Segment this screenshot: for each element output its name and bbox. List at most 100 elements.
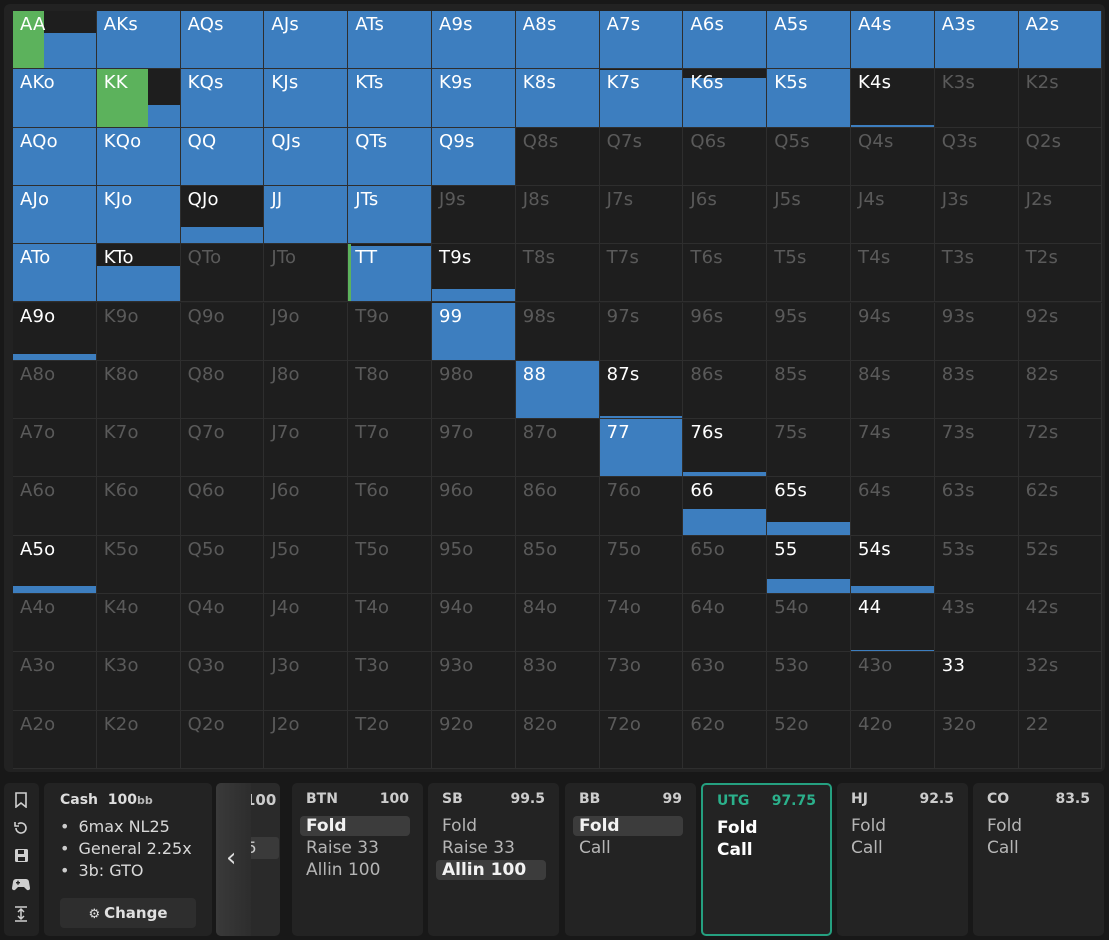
position-panel-sb[interactable]: SB 99.5 Fold Raise 33 Allin 100 bbox=[428, 783, 559, 936]
hand-cell-J3s[interactable]: J3s bbox=[934, 185, 1019, 245]
hand-cell-T3s[interactable]: T3s bbox=[934, 244, 1019, 303]
hand-cell-AQo[interactable]: AQo bbox=[13, 127, 97, 186]
hand-cell-ATs[interactable]: ATs bbox=[348, 11, 432, 70]
hand-cell-AKs[interactable]: AKs bbox=[96, 11, 181, 70]
hand-cell-K8o[interactable]: K8o bbox=[96, 360, 181, 420]
hand-cell-65s[interactable]: 65s bbox=[767, 477, 851, 536]
hand-cell-53s[interactable]: 53s bbox=[934, 535, 1019, 594]
hand-cell-77[interactable]: 77 bbox=[599, 419, 684, 478]
hand-cell-QQ[interactable]: QQ bbox=[180, 127, 265, 186]
hand-cell-T5s[interactable]: T5s bbox=[767, 244, 851, 303]
hand-cell-AQs[interactable]: AQs bbox=[180, 11, 265, 70]
hand-cell-Q8s[interactable]: Q8s bbox=[515, 127, 600, 186]
hand-cell-K9o[interactable]: K9o bbox=[96, 302, 181, 361]
hand-cell-52s[interactable]: 52s bbox=[1018, 535, 1103, 594]
hand-cell-85s[interactable]: 85s bbox=[767, 360, 851, 420]
hand-cell-KJo[interactable]: KJo bbox=[96, 185, 181, 245]
hand-cell-62s[interactable]: 62s bbox=[1018, 477, 1103, 536]
hand-cell-J4s[interactable]: J4s bbox=[851, 185, 935, 245]
scroll-back-button[interactable]: ‹ bbox=[216, 783, 251, 936]
hand-cell-63s[interactable]: 63s bbox=[934, 477, 1019, 536]
hand-cell-42s[interactable]: 42s bbox=[1018, 594, 1103, 653]
hand-cell-66[interactable]: 66 bbox=[683, 477, 768, 536]
hand-cell-54o[interactable]: 54o bbox=[767, 594, 851, 653]
hand-cell-Q4s[interactable]: Q4s bbox=[851, 127, 935, 186]
hand-cell-A7s[interactable]: A7s bbox=[599, 11, 684, 70]
position-panel-co[interactable]: CO 83.5 Fold Call bbox=[973, 783, 1104, 936]
hand-cell-T6s[interactable]: T6s bbox=[683, 244, 768, 303]
hand-cell-T9o[interactable]: T9o bbox=[348, 302, 432, 361]
expand-icon[interactable] bbox=[12, 906, 30, 924]
hand-cell-JJ[interactable]: JJ bbox=[264, 185, 349, 245]
hand-cell-82o[interactable]: 82o bbox=[515, 710, 600, 769]
hand-cell-73s[interactable]: 73s bbox=[934, 419, 1019, 478]
hand-cell-Q4o[interactable]: Q4o bbox=[180, 594, 265, 653]
hand-cell-A4s[interactable]: A4s bbox=[851, 11, 935, 70]
position-panel-utg[interactable]: UTG 97.75 Fold Call bbox=[701, 783, 832, 936]
hand-cell-J5s[interactable]: J5s bbox=[767, 185, 851, 245]
action-option[interactable]: Fold bbox=[573, 816, 683, 836]
hand-cell-93s[interactable]: 93s bbox=[934, 302, 1019, 361]
action-option[interactable]: Fold bbox=[717, 818, 758, 838]
hand-cell-55[interactable]: 55 bbox=[767, 535, 851, 594]
hand-cell-Q3o[interactable]: Q3o bbox=[180, 652, 265, 711]
hand-cell-43s[interactable]: 43s bbox=[934, 594, 1019, 653]
hand-cell-A7o[interactable]: A7o bbox=[13, 419, 97, 478]
hand-cell-K5o[interactable]: K5o bbox=[96, 535, 181, 594]
hand-cell-74s[interactable]: 74s bbox=[851, 419, 935, 478]
hand-cell-K2s[interactable]: K2s bbox=[1018, 69, 1103, 128]
bookmark-icon[interactable] bbox=[12, 792, 30, 810]
hand-cell-T7o[interactable]: T7o bbox=[348, 419, 432, 478]
position-panel-hj[interactable]: HJ 92.5 Fold Call bbox=[837, 783, 968, 936]
hand-cell-AKo[interactable]: AKo bbox=[13, 69, 97, 128]
hand-cell-62o[interactable]: 62o bbox=[683, 710, 768, 769]
hand-cell-92s[interactable]: 92s bbox=[1018, 302, 1103, 361]
hand-cell-42o[interactable]: 42o bbox=[851, 710, 935, 769]
reset-icon[interactable] bbox=[12, 820, 30, 838]
hand-cell-T5o[interactable]: T5o bbox=[348, 535, 432, 594]
hand-cell-T6o[interactable]: T6o bbox=[348, 477, 432, 536]
hand-cell-J6o[interactable]: J6o bbox=[264, 477, 349, 536]
hand-cell-K8s[interactable]: K8s bbox=[515, 69, 600, 128]
hand-cell-Q6s[interactable]: Q6s bbox=[683, 127, 768, 186]
hand-cell-K5s[interactable]: K5s bbox=[767, 69, 851, 128]
save-icon[interactable] bbox=[12, 848, 30, 866]
position-panel-btn[interactable]: BTN 100 Fold Raise 33 Allin 100 bbox=[292, 783, 423, 936]
gamepad-icon[interactable] bbox=[11, 877, 31, 895]
action-option[interactable]: Fold bbox=[987, 816, 1022, 836]
hand-cell-K6o[interactable]: K6o bbox=[96, 477, 181, 536]
hand-cell-AA[interactable]: AA bbox=[13, 11, 97, 70]
hand-cell-53o[interactable]: 53o bbox=[767, 652, 851, 711]
hand-cell-A8o[interactable]: A8o bbox=[13, 360, 97, 420]
hand-cell-88[interactable]: 88 bbox=[515, 360, 600, 420]
hand-cell-J4o[interactable]: J4o bbox=[264, 594, 349, 653]
hand-cell-Q5s[interactable]: Q5s bbox=[767, 127, 851, 186]
hand-cell-J9s[interactable]: J9s bbox=[432, 185, 516, 245]
hand-cell-KJs[interactable]: KJs bbox=[264, 69, 349, 128]
hand-cell-KTo[interactable]: KTo bbox=[96, 244, 181, 303]
hand-cell-A3s[interactable]: A3s bbox=[934, 11, 1019, 70]
hand-cell-63o[interactable]: 63o bbox=[683, 652, 768, 711]
action-option[interactable]: Raise 33 bbox=[442, 838, 515, 858]
hand-cell-T3o[interactable]: T3o bbox=[348, 652, 432, 711]
hand-cell-T8o[interactable]: T8o bbox=[348, 360, 432, 420]
hand-cell-Q9s[interactable]: Q9s bbox=[432, 127, 516, 186]
action-option[interactable]: Call bbox=[717, 840, 753, 860]
hand-cell-65o[interactable]: 65o bbox=[683, 535, 768, 594]
hand-cell-K4s[interactable]: K4s bbox=[851, 69, 935, 128]
hand-cell-43o[interactable]: 43o bbox=[851, 652, 935, 711]
hand-cell-J2o[interactable]: J2o bbox=[264, 710, 349, 769]
hand-cell-Q9o[interactable]: Q9o bbox=[180, 302, 265, 361]
hand-cell-76s[interactable]: 76s bbox=[683, 419, 768, 478]
hand-cell-72o[interactable]: 72o bbox=[599, 710, 684, 769]
hand-cell-82s[interactable]: 82s bbox=[1018, 360, 1103, 420]
hand-cell-A9s[interactable]: A9s bbox=[432, 11, 516, 70]
action-option[interactable]: Allin 100 bbox=[306, 860, 380, 880]
hand-cell-AJs[interactable]: AJs bbox=[264, 11, 349, 70]
hand-cell-99[interactable]: 99 bbox=[432, 302, 516, 361]
hand-cell-76o[interactable]: 76o bbox=[599, 477, 684, 536]
hand-cell-Q2o[interactable]: Q2o bbox=[180, 710, 265, 769]
hand-cell-QTo[interactable]: QTo bbox=[180, 244, 265, 303]
hand-cell-96s[interactable]: 96s bbox=[683, 302, 768, 361]
hand-cell-QJs[interactable]: QJs bbox=[264, 127, 349, 186]
